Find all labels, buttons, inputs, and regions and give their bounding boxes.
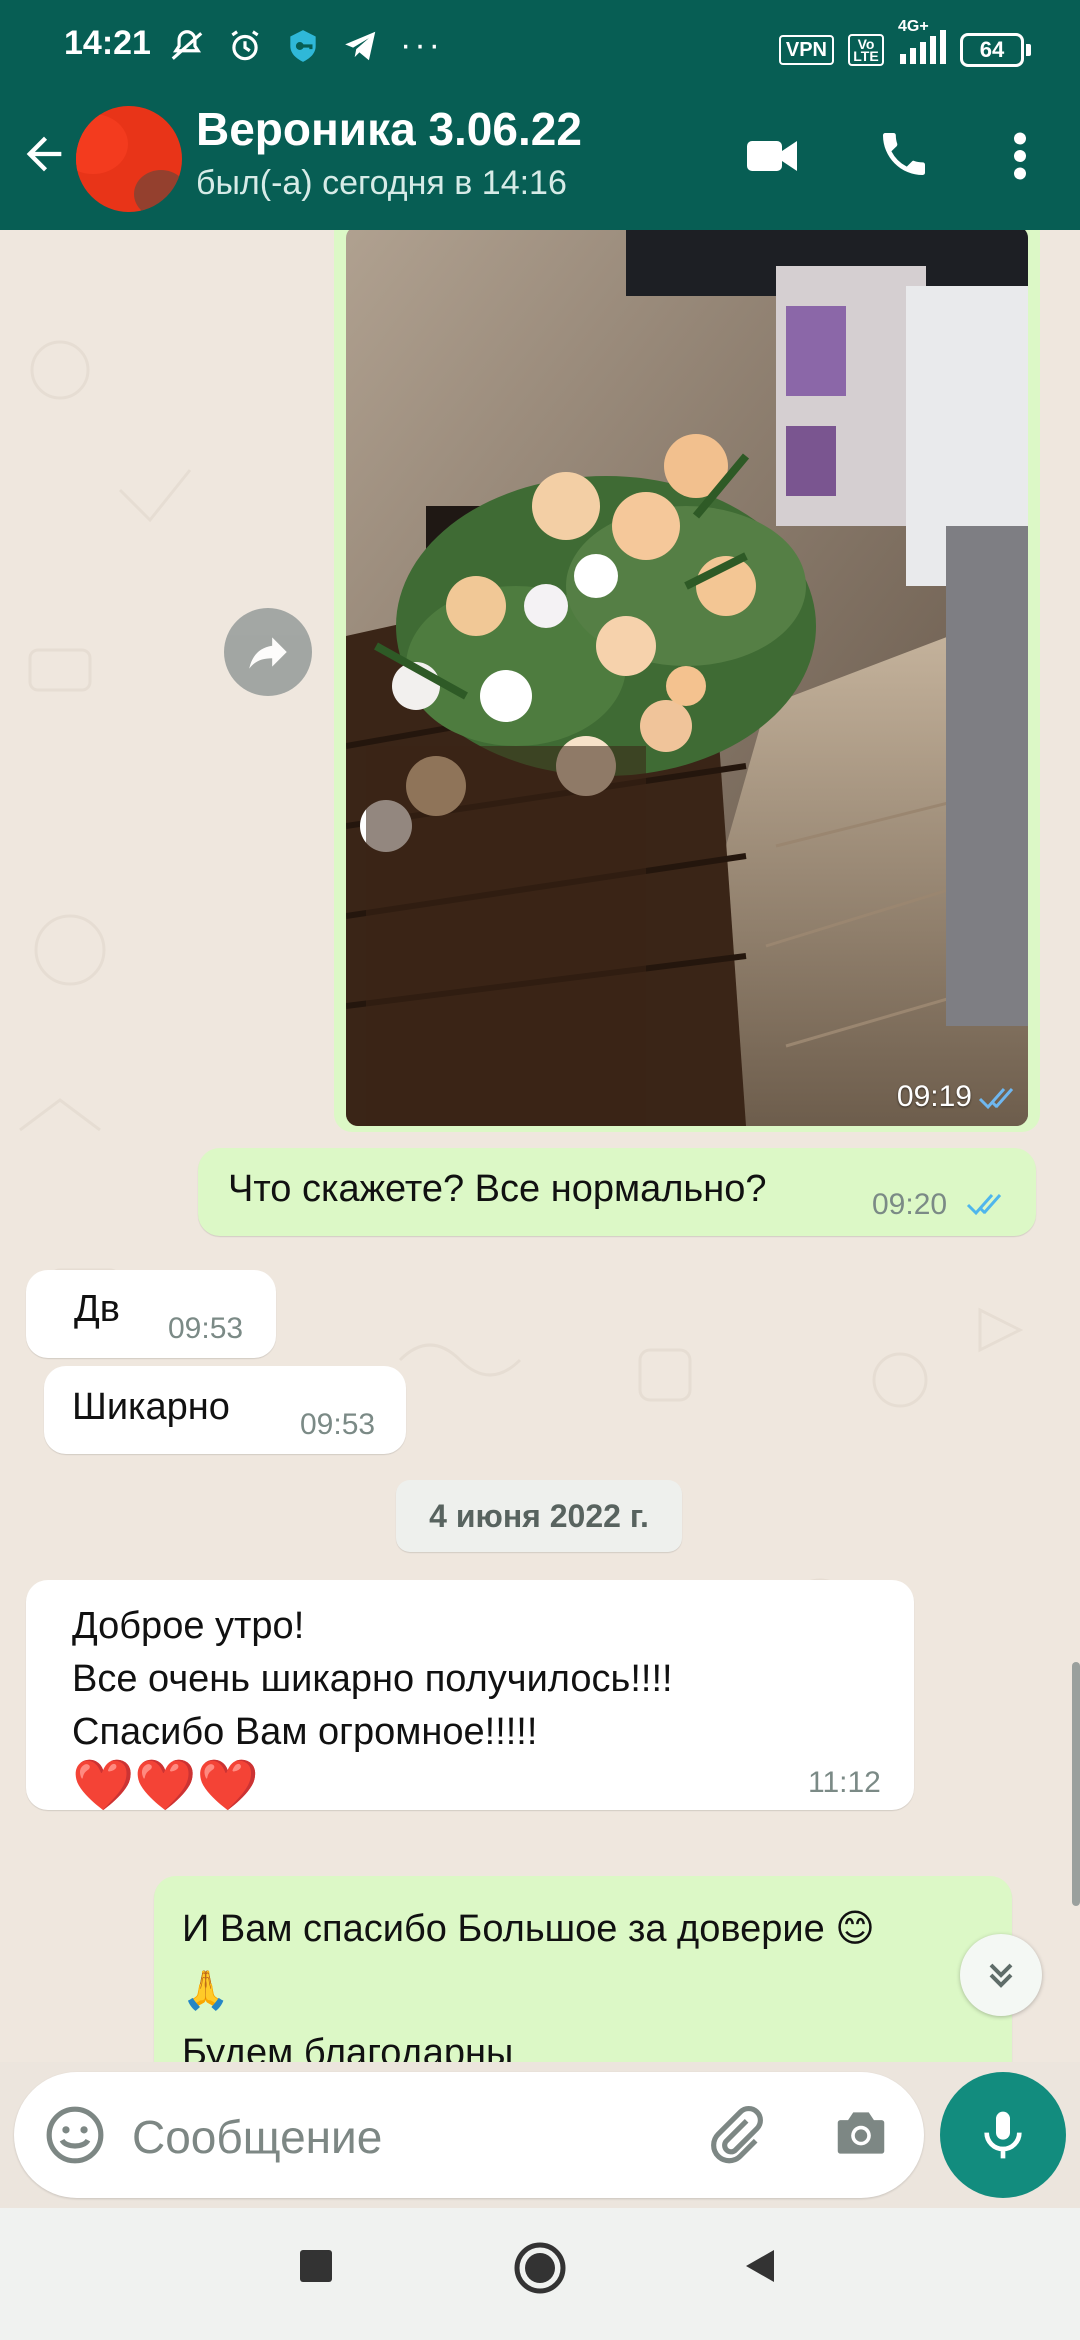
status-system-icons: VPN Vo LTE 4G+ 64	[778, 18, 1031, 69]
incoming-message[interactable]: Доброе утро! Все очень шикарно получилос…	[26, 1580, 914, 1812]
muted-bell-icon	[171, 29, 203, 60]
vpn-key-icon	[290, 29, 316, 62]
message-input[interactable]: Сообщение	[132, 2110, 382, 2164]
double-chevron-down-icon	[989, 1963, 1013, 1988]
message-text: Дв	[74, 1288, 120, 1330]
message-text: Шикарно	[72, 1386, 230, 1428]
video-call-icon[interactable]	[742, 126, 802, 186]
camera-icon[interactable]	[830, 2102, 892, 2164]
telegram-icon	[345, 31, 376, 60]
message-time: 09:19	[896, 1080, 972, 1113]
date-separator: 4 июня 2022 г.	[396, 1480, 682, 1552]
last-seen-status: был(-а) сегодня в 14:16	[196, 164, 567, 202]
flower-bouquet-image	[346, 230, 1028, 1126]
emoji-icon[interactable]	[44, 2104, 106, 2166]
back-arrow-icon[interactable]	[18, 128, 70, 180]
scroll-to-bottom-button[interactable]	[960, 1934, 1042, 2016]
attach-icon[interactable]	[704, 2104, 766, 2166]
outgoing-message[interactable]: И Вам спасибо Большое за доверие 😊 🙏 Буд…	[154, 1876, 1012, 2062]
volte-badge: Vo LTE	[848, 33, 884, 66]
voice-call-icon[interactable]	[876, 126, 932, 182]
hearts-emoji: ❤️❤️❤️	[72, 1757, 259, 1813]
microphone-icon	[984, 2111, 1022, 2159]
more-options-icon[interactable]	[1000, 126, 1040, 186]
status-notification-icons: ···	[168, 26, 443, 65]
message-text: Что скажете? Все нормально?	[228, 1168, 767, 1210]
status-time: 14:21	[64, 24, 151, 62]
vpn-badge: VPN	[778, 34, 834, 65]
voice-message-button[interactable]	[940, 2072, 1066, 2198]
flower-arrangement-photo[interactable]	[346, 230, 1028, 1126]
message-text: Доброе утро! Все очень шикарно получилос…	[72, 1600, 673, 1812]
message-line: Все очень шикарно получилось!!!!	[72, 1658, 673, 1700]
more-notifications-icon: ···	[400, 26, 443, 64]
contact-avatar[interactable]	[76, 106, 182, 212]
contact-name[interactable]: Вероника 3.06.22	[196, 102, 582, 156]
message-line: Будем благодарны	[182, 2032, 514, 2062]
double-check-read-icon	[966, 1194, 1002, 1216]
back-triangle-icon[interactable]	[740, 2246, 780, 2286]
chat-messages-area[interactable]: 09:19 Что скажете? Все нормально? 09:20 …	[0, 230, 1080, 2062]
message-composer[interactable]: Сообщение	[14, 2072, 924, 2198]
message-line: Спасибо Вам огромное!!!!!	[72, 1711, 538, 1753]
chat-header: Вероника 3.06.22 был(-а) сегодня в 14:16	[0, 92, 1080, 230]
incoming-message[interactable]: Дв 09:53	[26, 1270, 276, 1358]
battery-indicator: 64	[960, 32, 1031, 67]
forward-arrow-icon	[249, 637, 287, 669]
message-text: И Вам спасибо Большое за доверие 😊 🙏 Буд…	[182, 1898, 875, 2062]
message-time: 09:53	[300, 1408, 376, 1441]
message-time: 09:53	[168, 1312, 244, 1345]
incoming-message[interactable]: Шикарно 09:53	[44, 1366, 406, 1454]
message-time: 11:12	[808, 1766, 881, 1799]
status-bar: 14:21 ··· VPN Vo LTE 4G+ 64	[0, 0, 1080, 92]
outgoing-message[interactable]: Что скажете? Все нормально? 09:20	[198, 1148, 1036, 1236]
prayer-emoji: 🙏	[182, 1970, 230, 2012]
message-line: Доброе утро!	[72, 1605, 305, 1647]
system-navigation-bar	[0, 2208, 1080, 2340]
home-circle-icon[interactable]	[512, 2240, 568, 2296]
double-check-read-icon	[978, 1088, 1014, 1110]
recents-square-icon[interactable]	[296, 2246, 336, 2286]
chat-scrollbar[interactable]	[1072, 1662, 1080, 1906]
network-type: 4G+	[898, 18, 946, 69]
message-time: 09:20	[872, 1188, 948, 1221]
image-message-bubble[interactable]: 09:19	[334, 230, 1040, 1132]
alarm-icon	[231, 29, 259, 60]
forward-button[interactable]	[224, 608, 312, 696]
message-line: И Вам спасибо Большое за доверие 😊	[182, 1908, 875, 1950]
